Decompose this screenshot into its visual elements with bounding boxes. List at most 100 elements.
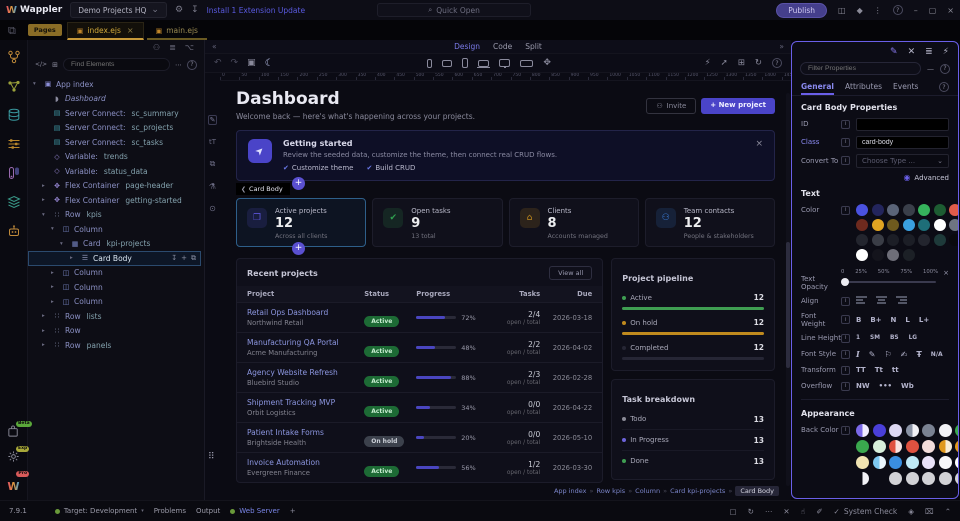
- tree-item[interactable]: ◇Variable:trends: [28, 150, 204, 165]
- breadcrumb[interactable]: App index»Row kpis»Column»Card kpi-proje…: [554, 486, 779, 496]
- font-weight-option[interactable]: L+: [919, 316, 929, 324]
- view-tab-code[interactable]: Code: [493, 42, 512, 51]
- color-swatch[interactable]: [922, 440, 935, 453]
- align-center-icon[interactable]: [876, 296, 887, 307]
- line-height-option[interactable]: LG: [909, 335, 917, 341]
- font-weight-option[interactable]: B: [856, 316, 861, 324]
- close-window-button[interactable]: ×: [947, 6, 954, 15]
- italic-icon[interactable]: I: [856, 349, 860, 359]
- grid-drag-handle-icon[interactable]: ⠿: [208, 452, 215, 462]
- tree-item-actions[interactable]: ↧+⧉: [171, 254, 200, 263]
- tree-item[interactable]: ▸∷Rowpanels: [28, 338, 204, 353]
- color-swatch[interactable]: [903, 249, 915, 261]
- tree-chevron-icon[interactable]: ▸: [42, 328, 49, 334]
- device-tablet-icon[interactable]: [462, 58, 468, 68]
- tree-item[interactable]: ◗Dashboard: [28, 92, 204, 107]
- id-input[interactable]: [856, 118, 949, 131]
- color-swatch[interactable]: [856, 456, 869, 469]
- tree-item[interactable]: ▸✥Flex Containerpage-header: [28, 179, 204, 194]
- tree-item[interactable]: ▸◫Column: [28, 280, 204, 295]
- tree-chevron-icon[interactable]: ▸: [51, 284, 58, 290]
- canvas-scrollbar[interactable]: [786, 93, 790, 486]
- help-icon[interactable]: ?: [187, 60, 197, 70]
- strikethrough-icon[interactable]: Ŧ: [916, 350, 921, 359]
- color-swatch[interactable]: [934, 219, 946, 231]
- color-swatch[interactable]: [906, 440, 919, 453]
- annotation-pencil-icon[interactable]: ✎: [869, 350, 876, 359]
- color-swatch[interactable]: [856, 249, 868, 261]
- color-swatch[interactable]: [955, 424, 959, 437]
- move-down-icon[interactable]: ↧: [171, 254, 177, 263]
- collapse-right-icon[interactable]: »: [779, 42, 784, 51]
- quick-open-button[interactable]: ⌕ Quick Open: [377, 3, 531, 17]
- server-sliders-icon[interactable]: [7, 137, 21, 151]
- feedback-thumb-icon[interactable]: ☝: [801, 507, 806, 516]
- duplicate-icon[interactable]: ⧉: [191, 254, 196, 263]
- color-swatch[interactable]: [856, 424, 869, 437]
- color-swatch[interactable]: [889, 424, 902, 437]
- eraser-icon[interactable]: ◈: [908, 507, 914, 516]
- column-header[interactable]: Status: [364, 290, 416, 298]
- api-nodes-icon[interactable]: [7, 79, 21, 93]
- color-swatch[interactable]: [922, 424, 935, 437]
- visibility-eye-icon[interactable]: ⊙: [209, 204, 216, 213]
- project-cell[interactable]: Invoice AutomationEvergreen Finance: [247, 458, 364, 477]
- tree-chevron-icon[interactable]: ▸: [42, 183, 49, 189]
- kpi-card[interactable]: ✔Open tasks913 total: [372, 198, 502, 247]
- tree-item[interactable]: ▸☰Card Body↧+⧉: [28, 251, 201, 266]
- color-swatch[interactable]: [887, 219, 899, 231]
- grid-view-icon[interactable]: ⊞: [738, 58, 745, 68]
- download-updates-icon[interactable]: ↧: [191, 5, 199, 15]
- tree-chevron-icon[interactable]: ▸: [51, 299, 58, 305]
- selected-element-tag[interactable]: ❮ Card Body: [236, 183, 290, 195]
- project-name[interactable]: Shipment Tracking MVP: [247, 398, 364, 407]
- tree-chevron-icon[interactable]: ▸: [42, 197, 49, 203]
- tree-item[interactable]: ▾◫Column: [28, 222, 204, 237]
- column-header[interactable]: Due: [540, 290, 592, 298]
- overflow-option[interactable]: •••: [879, 382, 892, 390]
- tab-index-ejs[interactable]: ▣ index.ejs ×: [67, 22, 144, 40]
- column-header[interactable]: Tasks: [500, 290, 540, 298]
- color-swatch[interactable]: [939, 456, 952, 469]
- kpi-card[interactable]: ❐Active projects12Across all clients: [236, 198, 366, 247]
- line-height-option[interactable]: 1: [856, 335, 860, 341]
- project-name[interactable]: Invoice Automation: [247, 458, 364, 467]
- problems-button[interactable]: Problems: [154, 507, 186, 515]
- tree-chevron-icon[interactable]: ▸: [42, 313, 49, 319]
- project-cell[interactable]: Agency Website RefreshBluebird Studio: [247, 368, 364, 387]
- align-left-icon[interactable]: [856, 296, 867, 307]
- color-swatch[interactable]: [872, 219, 884, 231]
- project-name[interactable]: Retail Ops Dashboard: [247, 308, 364, 317]
- color-swatch[interactable]: [906, 472, 919, 485]
- line-height-option[interactable]: BS: [890, 335, 899, 341]
- project-name[interactable]: Manufacturing QA Portal: [247, 338, 364, 347]
- device-phone-icon[interactable]: [427, 59, 432, 68]
- text-opacity-slider[interactable]: [841, 278, 938, 286]
- experimental-gear-icon[interactable]: Exp: [7, 450, 20, 463]
- tree-item[interactable]: ▤Server Connect:sc_projects: [28, 121, 204, 136]
- device-tablet-landscape-icon[interactable]: [442, 60, 452, 67]
- help-icon[interactable]: ?: [940, 64, 950, 74]
- system-check-button[interactable]: ✓ System Check: [834, 507, 898, 516]
- color-swatch[interactable]: [949, 219, 959, 231]
- project-cell[interactable]: Patient Intake FormsBrightside Health: [247, 428, 364, 447]
- table-row[interactable]: Patient Intake FormsBrightside HealthOn …: [237, 422, 602, 452]
- theme-droplet-icon[interactable]: ◆: [857, 6, 863, 15]
- color-swatch[interactable]: [918, 219, 930, 231]
- color-swatch[interactable]: [939, 440, 952, 453]
- properties-edit-icon[interactable]: ✎: [890, 47, 898, 57]
- color-swatch[interactable]: [906, 456, 919, 469]
- font-weight-option[interactable]: L: [905, 316, 909, 324]
- color-swatch[interactable]: [922, 472, 935, 485]
- color-swatch[interactable]: [939, 424, 952, 437]
- refresh-icon[interactable]: ↻: [755, 58, 762, 68]
- dark-mode-moon-icon[interactable]: ☾: [265, 58, 274, 69]
- bot-assistant-icon[interactable]: ⚇: [153, 43, 160, 54]
- table-row[interactable]: Shipment Tracking MVPOrbit LogisticsActi…: [237, 392, 602, 422]
- mark-tag-icon[interactable]: ⚐: [884, 350, 891, 359]
- minimize-button[interactable]: –: [914, 6, 918, 15]
- table-row[interactable]: Invoice AutomationEvergreen FinanceActiv…: [237, 452, 602, 482]
- help-icon[interactable]: ?: [893, 5, 903, 15]
- color-swatch[interactable]: [903, 219, 915, 231]
- tree-item[interactable]: ▸∷Row: [28, 324, 204, 339]
